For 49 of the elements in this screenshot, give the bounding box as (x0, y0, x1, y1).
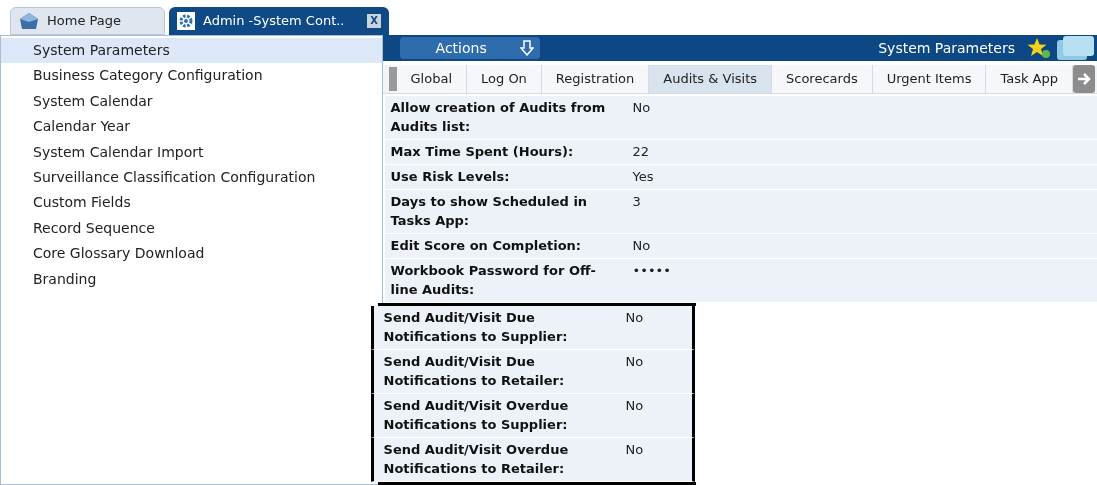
tab-label: Admin -System Cont.. (203, 12, 346, 31)
parameter-value: No (625, 397, 644, 415)
parameter-value: ••••• (632, 262, 671, 280)
tab-label: Home Page (47, 12, 122, 31)
star-icon (1027, 37, 1051, 59)
actions-button[interactable]: Actions (399, 37, 540, 59)
parameter-value: No (632, 237, 651, 255)
settings-tab[interactable]: Task App (986, 65, 1073, 93)
sidebar-item[interactable]: Surveillance Classification Configuration (1, 164, 382, 191)
parameter-value: No (632, 99, 651, 117)
window-tab[interactable]: Admin -System Cont.. X (169, 7, 389, 35)
scroll-right-icon[interactable] (1073, 65, 1095, 93)
windows-icon (1057, 35, 1095, 61)
parameter-value: No (625, 309, 644, 327)
settings-tab[interactable]: Registration (541, 65, 650, 93)
sidebar-item[interactable]: System Calendar (1, 88, 382, 115)
parameter-label: Send Audit/Visit Overdue Notifications to Supplier: (382, 397, 570, 434)
parameter-value: 22 (632, 143, 650, 161)
sidebar-item[interactable]: Business Category Configuration (1, 63, 382, 89)
sidebar-item[interactable]: Branding (1, 266, 382, 292)
settings-tab[interactable]: Audits & Visits (649, 65, 772, 93)
sidebar-item[interactable]: Core Glossary Download (1, 241, 382, 267)
parameter-label: Max Time Spent (Hours): (389, 143, 575, 161)
parameter-label: Allow creation of Audits from Audits list: (389, 99, 607, 136)
window-tab[interactable]: Home Page (10, 7, 165, 35)
parameter-label: Use Risk Levels: (389, 168, 511, 186)
scroll-left-icon[interactable] (388, 67, 397, 91)
parameter-label: Send Audit/Visit Due Notifications to Retailer: (382, 353, 566, 390)
settings-tab[interactable]: Urgent Items (872, 65, 987, 93)
settings-tab[interactable]: Log On (467, 65, 542, 93)
sidebar-item[interactable]: Calendar Year (1, 114, 382, 140)
parameter-label: Days to show Scheduled in Tasks App: (389, 193, 589, 230)
settings-tab[interactable]: Global (396, 65, 468, 93)
parameter-value: 3 (632, 193, 641, 211)
sidebar-item[interactable]: Record Sequence (1, 215, 382, 242)
sidebar-item[interactable]: System Parameters (1, 38, 382, 64)
parameter-value: No (625, 353, 644, 371)
arrow-down-icon (519, 40, 534, 56)
parameter-label: Edit Score on Completion: (389, 237, 583, 255)
parameter-label: Send Audit/Visit Due Notifications to Supplier: (382, 309, 569, 346)
parameter-value: No (625, 441, 644, 459)
parameter-label: Workbook Password for Off-line Audits: (389, 262, 597, 299)
parameter-value: Yes (632, 168, 654, 186)
settings-tab[interactable]: Scorecards (772, 65, 873, 93)
close-button[interactable]: X (367, 14, 381, 28)
sidebar-item[interactable]: System Calendar Import (1, 139, 382, 165)
parameter-label: Send Audit/Visit Overdue Notifications to Retailer: (382, 441, 570, 478)
sidebar-item[interactable]: Custom Fields (1, 190, 382, 216)
page-title: System Parameters (878, 38, 1015, 58)
